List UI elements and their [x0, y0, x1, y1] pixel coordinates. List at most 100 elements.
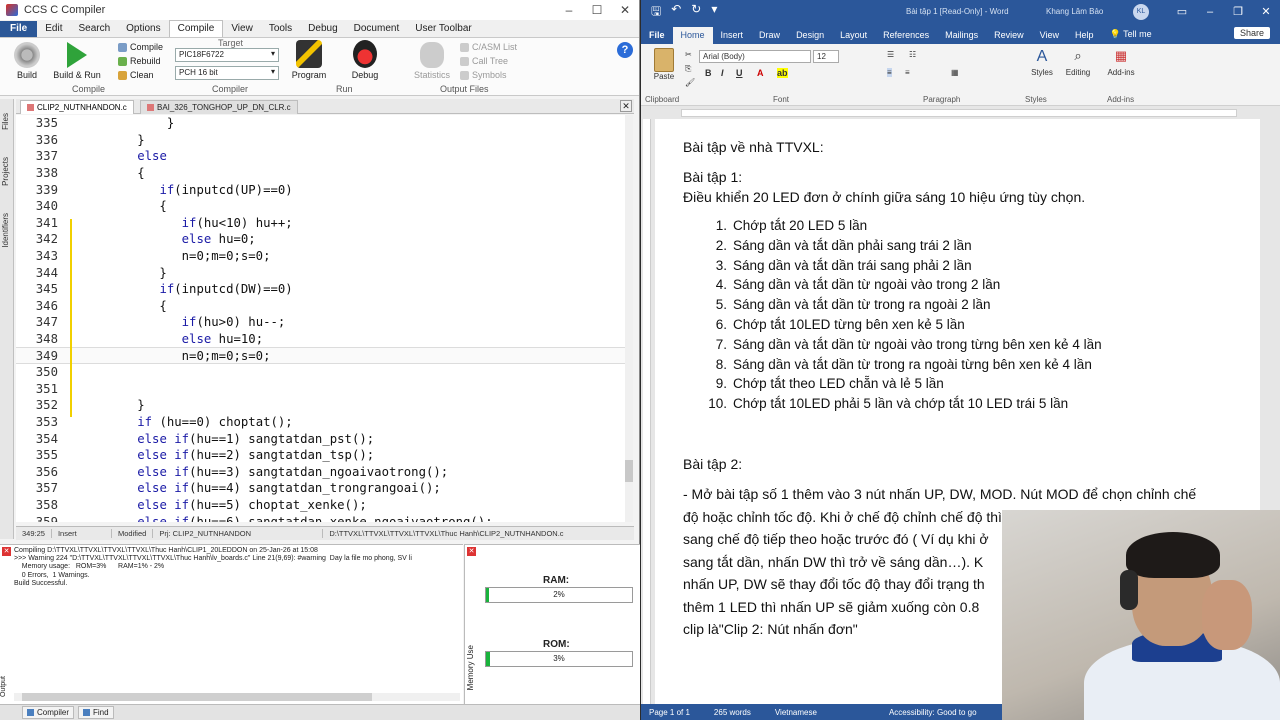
code-line[interactable]: 340 { — [16, 198, 626, 215]
tab-compiler[interactable]: Compiler — [22, 706, 75, 719]
editing-button[interactable]: ⌕ Editing — [1061, 48, 1095, 77]
tab-design[interactable]: Design — [788, 27, 832, 44]
bold-button[interactable]: B — [705, 68, 712, 78]
align-left-icon[interactable]: ≡ — [887, 68, 892, 77]
horizontal-ruler[interactable] — [641, 107, 1280, 119]
code-line[interactable]: 335 } — [16, 115, 626, 132]
italic-button[interactable]: I — [721, 68, 724, 78]
code-line[interactable]: 358 else if(hu==5) choptat_xenke(); — [16, 497, 626, 514]
styles-button[interactable]: A Styles — [1027, 48, 1057, 77]
code-line[interactable]: 350 — [16, 364, 626, 381]
underline-button[interactable]: U — [736, 68, 743, 78]
code-line[interactable]: 344 } — [16, 264, 626, 281]
customize-icon[interactable]: ▾ — [711, 2, 717, 23]
word-count[interactable]: 265 words — [714, 708, 751, 717]
tab-view[interactable]: View — [1032, 27, 1067, 44]
tab-layout[interactable]: Layout — [832, 27, 875, 44]
code-line[interactable]: 342 else hu=0; — [16, 231, 626, 248]
side-tab-projects[interactable]: Projects — [1, 157, 10, 186]
help-icon[interactable]: ? — [617, 42, 633, 58]
code-line[interactable]: 347 if(hu>0) hu--; — [16, 314, 626, 331]
statistics-button[interactable]: Statistics — [412, 42, 452, 80]
align-center-icon[interactable]: ≡ — [905, 68, 910, 77]
menu-view[interactable]: View — [223, 21, 261, 37]
page-count[interactable]: Page 1 of 1 — [649, 708, 690, 717]
menu-user-toolbar[interactable]: User Toolbar — [407, 21, 480, 37]
close-icon[interactable]: ✕ — [611, 3, 639, 17]
code-line[interactable]: 341 if(hu<10) hu++; — [16, 215, 626, 232]
highlight-button[interactable]: ab — [777, 68, 788, 78]
code-line[interactable]: 348 else hu=10; — [16, 331, 626, 348]
code-line[interactable]: 346 { — [16, 298, 626, 315]
output-horizontal-scrollbar[interactable] — [14, 693, 460, 701]
menu-compile[interactable]: Compile — [168, 20, 224, 37]
tab-bai-326[interactable]: BAI_326_TONGHOP_UP_DN_CLR.c — [140, 100, 298, 114]
ribbon-display-icon[interactable]: ▭ — [1168, 0, 1196, 24]
code-line[interactable]: 349 n=0;m=0;s=0; — [16, 347, 626, 364]
tab-review[interactable]: Review — [986, 27, 1032, 44]
close-icon[interactable]: ✕ — [1252, 0, 1280, 24]
numbering-icon[interactable]: ☷ — [909, 50, 916, 59]
editor-vertical-scrollbar[interactable] — [625, 115, 633, 522]
rebuild-button[interactable]: Rebuild — [118, 56, 161, 66]
call-tree-button[interactable]: Call Tree — [460, 56, 508, 66]
minimize-icon[interactable]: – — [555, 3, 583, 17]
minimize-icon[interactable]: – — [1196, 0, 1224, 24]
format-painter-icon[interactable]: 🖌 — [685, 78, 695, 87]
close-memory-icon[interactable]: ✕ — [467, 547, 476, 556]
code-line[interactable]: 355 else if(hu==2) sangtatdan_tsp(); — [16, 447, 626, 464]
tab-draw[interactable]: Draw — [751, 27, 788, 44]
code-line[interactable]: 345 if(inputcd(DW)==0) — [16, 281, 626, 298]
maximize-icon[interactable]: ☐ — [583, 3, 611, 17]
bullets-icon[interactable]: ☰ — [887, 50, 894, 59]
side-tab-files[interactable]: Files — [1, 113, 10, 130]
program-button[interactable]: Program — [290, 40, 328, 80]
tab-help[interactable]: Help — [1067, 27, 1102, 44]
code-line[interactable]: 343 n=0;m=0;s=0; — [16, 248, 626, 265]
share-button[interactable]: Share — [1233, 27, 1270, 39]
menu-tools[interactable]: Tools — [261, 21, 300, 37]
paste-button[interactable]: Paste — [649, 48, 679, 81]
vertical-ruler[interactable] — [643, 119, 651, 704]
tab-mailings[interactable]: Mailings — [937, 27, 986, 44]
restore-icon[interactable]: ❐ — [1224, 0, 1252, 24]
menu-document[interactable]: Document — [346, 21, 408, 37]
close-output-icon[interactable]: ✕ — [2, 547, 11, 556]
menu-options[interactable]: Options — [118, 21, 168, 37]
user-avatar[interactable]: KL — [1133, 4, 1149, 20]
menu-debug[interactable]: Debug — [300, 21, 345, 37]
code-line[interactable]: 339 if(inputcd(UP)==0) — [16, 181, 626, 198]
target-select[interactable]: PIC18F6722 — [175, 48, 279, 62]
clean-button[interactable]: Clean — [118, 70, 154, 80]
copy-icon[interactable]: ⎘ — [685, 64, 691, 74]
code-line[interactable]: 353 if (hu==0) choptat(); — [16, 414, 626, 431]
code-line[interactable]: 338 { — [16, 165, 626, 182]
addins-button[interactable]: ▦ Add-ins — [1101, 48, 1141, 77]
menu-search[interactable]: Search — [70, 21, 118, 37]
code-line[interactable]: 357 else if(hu==4) sangtatdan_trongrango… — [16, 480, 626, 497]
code-line[interactable]: 354 else if(hu==1) sangtatdan_pst(); — [16, 430, 626, 447]
code-line[interactable]: 351 — [16, 381, 626, 398]
menu-file[interactable]: File — [0, 21, 38, 37]
menu-edit[interactable]: Edit — [37, 21, 70, 37]
tab-home[interactable]: Home — [672, 27, 713, 44]
code-line[interactable]: 337 else — [16, 148, 626, 165]
debug-button[interactable]: Debug — [348, 40, 382, 80]
tab-find[interactable]: Find — [78, 706, 114, 719]
accessibility-status[interactable]: Accessibility: Good to go — [889, 708, 977, 717]
compiler-select[interactable]: PCH 16 bit — [175, 66, 279, 80]
language-indicator[interactable]: Vietnamese — [775, 708, 817, 717]
symbols-button[interactable]: Symbols — [460, 70, 507, 80]
tab-insert[interactable]: Insert — [713, 27, 752, 44]
font-size-select[interactable]: 12 — [813, 50, 839, 63]
code-line[interactable]: 359 else if(hu==6) sangtatdan_xenke_ngoa… — [16, 513, 626, 522]
output-scroll-thumb[interactable] — [22, 693, 372, 701]
code-line[interactable]: 336 } — [16, 132, 626, 149]
code-line[interactable]: 352 } — [16, 397, 626, 414]
casm-list-button[interactable]: C/ASM List — [460, 42, 517, 52]
close-tab-icon[interactable]: ✕ — [620, 100, 632, 112]
cut-icon[interactable]: ✂ — [685, 50, 692, 59]
font-name-select[interactable]: Arial (Body) — [699, 50, 811, 63]
compile-button[interactable]: Compile — [118, 42, 163, 52]
scroll-thumb[interactable] — [625, 460, 633, 482]
